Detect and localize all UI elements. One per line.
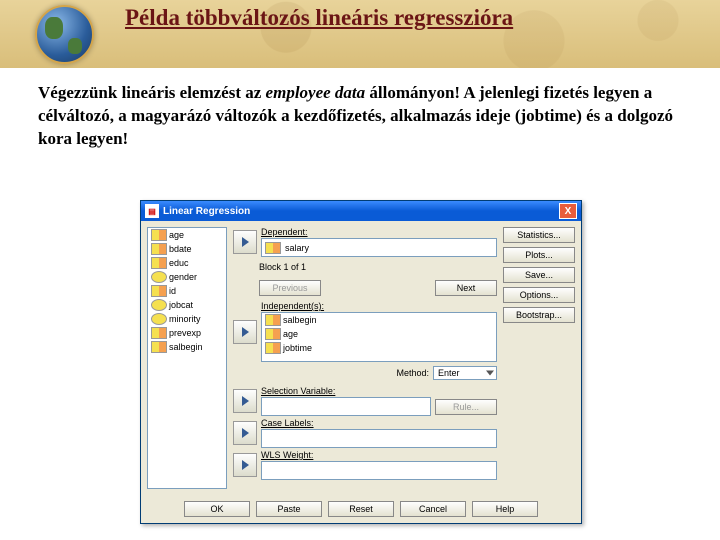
rule-button[interactable]: Rule...	[435, 399, 497, 415]
scale-icon	[265, 328, 281, 340]
move-to-wls-button[interactable]	[233, 453, 257, 477]
body-em: employee data	[266, 83, 366, 102]
save-button[interactable]: Save...	[503, 267, 575, 283]
statistics-button[interactable]: Statistics...	[503, 227, 575, 243]
bootstrap-button[interactable]: Bootstrap...	[503, 307, 575, 323]
list-item: salbegin	[148, 340, 226, 354]
block-indicator: Block 1 of 1	[259, 262, 306, 272]
scale-icon	[151, 341, 167, 353]
list-item: minority	[148, 312, 226, 326]
dependent-label: Dependent:	[261, 227, 497, 237]
list-item: gender	[148, 270, 226, 284]
list-item: prevexp	[148, 326, 226, 340]
slide-body: Végezzünk lineáris elemzést az employee …	[38, 82, 690, 151]
scale-icon	[265, 242, 281, 254]
selection-var-label: Selection Variable:	[261, 386, 497, 396]
independent-list[interactable]: salbegin age jobtime	[261, 312, 497, 362]
scale-icon	[151, 327, 167, 339]
linear-regression-dialog: ▤ Linear Regression X age bdate educ gen…	[140, 200, 582, 524]
move-to-selection-button[interactable]	[233, 389, 257, 413]
scale-icon	[151, 243, 167, 255]
help-button[interactable]: Help	[472, 501, 538, 517]
options-button[interactable]: Options...	[503, 287, 575, 303]
selection-var-field[interactable]	[261, 397, 431, 416]
list-item: age	[148, 228, 226, 242]
dialog-titlebar[interactable]: ▤ Linear Regression X	[141, 201, 581, 221]
method-select[interactable]: Enter	[433, 366, 497, 380]
source-variable-list[interactable]: age bdate educ gender id jobcat minority…	[147, 227, 227, 489]
previous-button[interactable]: Previous	[259, 280, 321, 296]
independent-label: Independent(s):	[261, 301, 497, 311]
scale-icon	[151, 285, 167, 297]
list-item: educ	[148, 256, 226, 270]
method-label: Method:	[396, 368, 429, 378]
paste-button[interactable]: Paste	[256, 501, 322, 517]
dialog-title-text: Linear Regression	[163, 206, 250, 217]
scale-icon	[151, 229, 167, 241]
scale-icon	[265, 314, 281, 326]
globe-icon	[35, 5, 94, 64]
spss-icon: ▤	[145, 204, 159, 218]
nominal-icon	[151, 271, 167, 283]
case-labels-field[interactable]	[261, 429, 497, 448]
cancel-button[interactable]: Cancel	[400, 501, 466, 517]
dependent-value: salary	[285, 243, 309, 253]
dependent-field[interactable]: salary	[261, 238, 497, 257]
reset-button[interactable]: Reset	[328, 501, 394, 517]
wls-weight-field[interactable]	[261, 461, 497, 480]
move-to-independent-button[interactable]	[233, 320, 257, 344]
scale-icon	[151, 257, 167, 269]
nominal-icon	[151, 299, 167, 311]
plots-button[interactable]: Plots...	[503, 247, 575, 263]
slide-title: Példa többváltozós lineáris regresszióra	[125, 4, 513, 33]
wls-weight-label: WLS Weight:	[261, 450, 497, 460]
nominal-icon	[151, 313, 167, 325]
next-button[interactable]: Next	[435, 280, 497, 296]
move-to-dependent-button[interactable]	[233, 230, 257, 254]
scale-icon	[265, 342, 281, 354]
list-item: id	[148, 284, 226, 298]
case-labels-label: Case Labels:	[261, 418, 497, 428]
body-prefix: Végezzünk lineáris elemzést az	[38, 83, 266, 102]
list-item: jobcat	[148, 298, 226, 312]
list-item: bdate	[148, 242, 226, 256]
close-icon[interactable]: X	[559, 203, 577, 219]
ok-button[interactable]: OK	[184, 501, 250, 517]
move-to-caselabels-button[interactable]	[233, 421, 257, 445]
